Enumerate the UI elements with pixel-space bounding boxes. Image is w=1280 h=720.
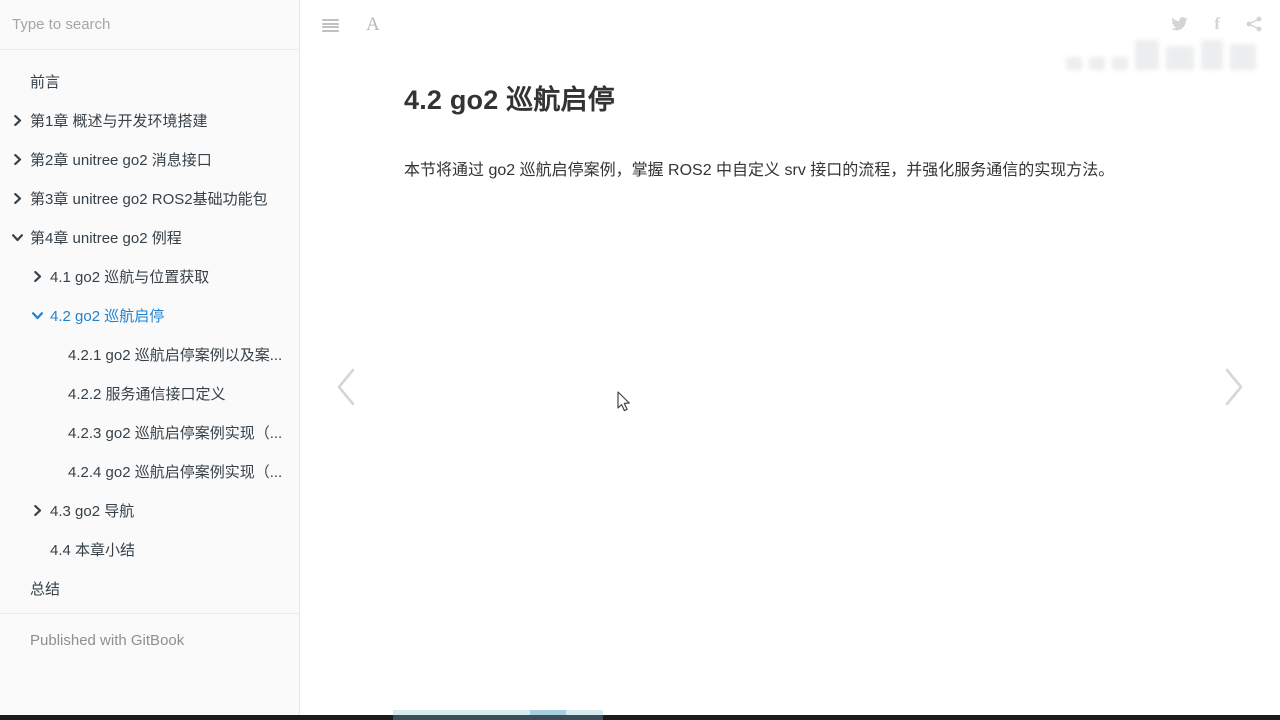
published-with-gitbook-link[interactable]: Published with GitBook [30,632,184,649]
chevron-right-icon[interactable] [32,271,50,282]
sidebar-item[interactable]: 4.2 go2 巡航启停 [0,296,299,335]
sidebar-item-label: 4.4 本章小结 [50,542,136,559]
sidebar-item[interactable]: 第2章 unitree go2 消息接口 [0,140,299,179]
search-box [0,0,299,50]
sidebar-footer: Published with GitBook [0,613,299,650]
video-progress-bar[interactable] [0,715,1280,720]
sidebar-item[interactable]: 4.1 go2 巡航与位置获取 [0,257,299,296]
sidebar-item[interactable]: 4.2.4 go2 巡航启停案例实现（... [0,452,299,491]
mouse-cursor [617,391,630,412]
sidebar-item-label: 4.2.4 go2 巡航启停案例实现（... [68,464,283,481]
sidebar-item-label: 4.2.3 go2 巡航启停案例实现（... [68,425,283,442]
sidebar-item-label: 4.1 go2 巡航与位置获取 [50,269,210,286]
chevron-right-icon[interactable] [12,193,30,204]
sidebar-item-label: 4.3 go2 导航 [50,503,135,520]
page-paragraph: 本节将通过 go2 巡航启停案例，掌握 ROS2 中自定义 srv 接口的流程，… [404,162,1115,179]
sidebar-item-label: 前言 [30,74,61,91]
chevron-right-icon[interactable] [12,154,30,165]
sidebar-item[interactable]: 4.2.1 go2 巡航启停案例以及案... [0,335,299,374]
facebook-icon[interactable]: f [1214,14,1220,34]
chevron-down-icon[interactable] [32,310,50,321]
page-title: 4.2 go2 巡航启停 [404,85,615,115]
sidebar-item-label: 4.2.2 服务通信接口定义 [68,386,226,403]
share-buttons: f [1171,14,1262,34]
sidebar-item-label: 总结 [30,581,61,598]
sidebar-item-label: 4.2.1 go2 巡航启停案例以及案... [68,347,283,364]
sidebar-item[interactable]: 4.4 本章小结 [0,530,299,569]
twitter-icon[interactable] [1171,16,1189,32]
sidebar-item[interactable]: 前言 [0,62,299,101]
share-icon[interactable] [1246,16,1262,32]
toggle-sidebar-hamburger-icon[interactable] [322,19,339,32]
video-watermark [1066,28,1266,70]
sidebar: 前言第1章 概述与开发环境搭建第2章 unitree go2 消息接口第3章 u… [0,0,300,716]
chevron-right-icon[interactable] [32,505,50,516]
sidebar-item-label: 第3章 unitree go2 ROS2基础功能包 [30,191,268,208]
sidebar-item[interactable]: 4.3 go2 导航 [0,491,299,530]
chevron-right-icon[interactable] [12,115,30,126]
sidebar-item-label: 第4章 unitree go2 例程 [30,230,182,247]
sidebar-item[interactable]: 第4章 unitree go2 例程 [0,218,299,257]
gitbook-page: 前言第1章 概述与开发环境搭建第2章 unitree go2 消息接口第3章 u… [0,0,1280,720]
font-settings-icon[interactable]: A [366,14,380,36]
sidebar-item-label: 第2章 unitree go2 消息接口 [30,152,212,169]
sidebar-item[interactable]: 第1章 概述与开发环境搭建 [0,101,299,140]
sidebar-item[interactable]: 第3章 unitree go2 ROS2基础功能包 [0,179,299,218]
sidebar-item[interactable]: 4.2.2 服务通信接口定义 [0,374,299,413]
chevron-down-icon[interactable] [12,232,30,243]
sidebar-item-label: 第1章 概述与开发环境搭建 [30,113,208,130]
next-page-button[interactable] [1222,366,1246,408]
sidebar-item-label: 4.2 go2 巡航启停 [50,308,165,325]
search-input[interactable] [12,16,287,33]
article: 4.2 go2 巡航启停 本节将通过 go2 巡航启停案例，掌握 ROS2 中自… [404,78,1174,184]
prev-page-button[interactable] [334,366,358,408]
sidebar-nav: 前言第1章 概述与开发环境搭建 第2章 unitree go2 消息接口第3章 u… [0,50,299,608]
sidebar-item[interactable]: 总结 [0,569,299,608]
sidebar-item[interactable]: 4.2.3 go2 巡航启停案例实现（... [0,413,299,452]
